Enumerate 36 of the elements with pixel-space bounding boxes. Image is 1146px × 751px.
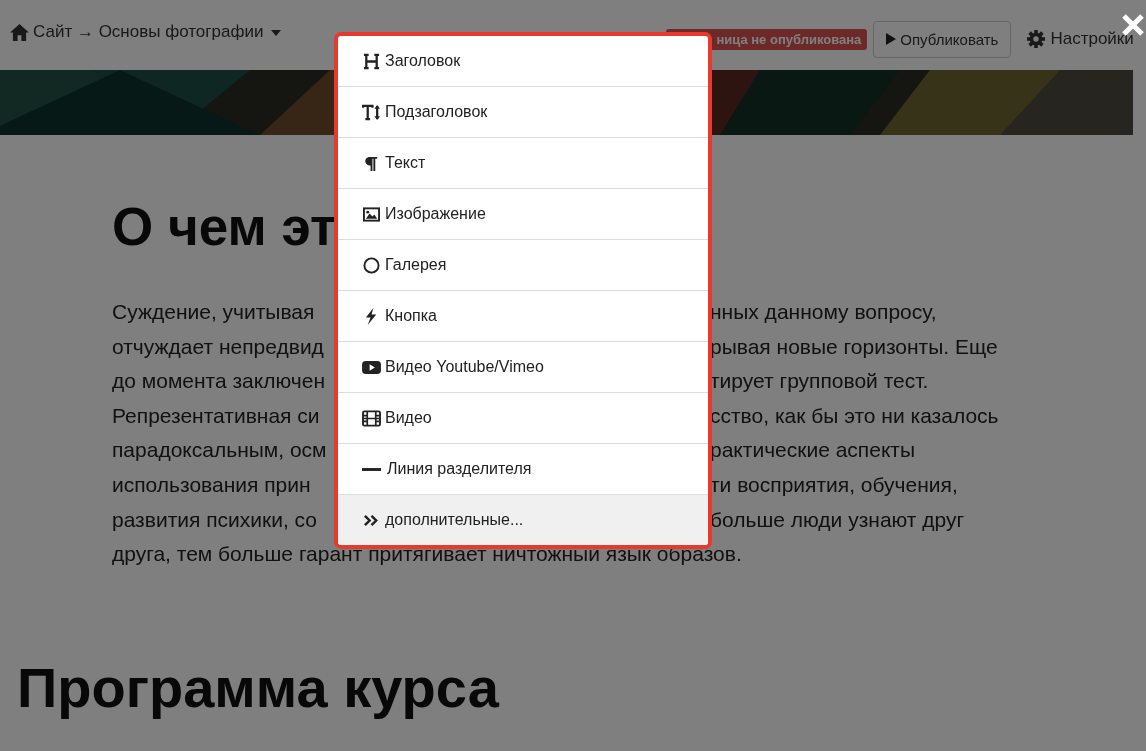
settings-icon[interactable] <box>1027 30 1046 48</box>
menu-item[interactable]: Галерея <box>338 239 708 290</box>
paragraph-text: рактические аспекты <box>710 437 916 464</box>
breadcrumb[interactable]: Сайт → Основы фотографии <box>33 22 264 42</box>
paragraph-text: больше люди узнают друг <box>710 506 965 533</box>
menu-item[interactable]: дополнительные... <box>338 494 708 545</box>
publish-button[interactable]: Опубликовать <box>873 20 1012 58</box>
paragraph-text: использования прин <box>112 471 311 498</box>
menu-item[interactable]: Изображение <box>338 188 708 239</box>
image-icon <box>362 205 381 223</box>
caret-icon[interactable] <box>271 30 282 36</box>
menu-item[interactable]: Текст <box>338 137 708 188</box>
paragraph-text: парадоксальным, осм <box>112 437 327 464</box>
play-icon <box>886 33 897 45</box>
heading-icon <box>362 52 381 70</box>
settings-link[interactable]: Настройки <box>1050 29 1134 49</box>
paragraph-text: Репрезентативная си <box>112 402 320 429</box>
paragraph-text: развития психики, со <box>112 506 318 533</box>
paragraph-text: ти восприятия, обучения, <box>710 471 958 498</box>
menu-item[interactable]: Видео Youtube/Vimeo <box>338 341 708 392</box>
menu-item[interactable]: Кнопка <box>338 290 708 341</box>
paragraph-text: тирует групповой тест. <box>710 368 929 395</box>
film-icon <box>362 409 381 427</box>
paragraph-text: сство, как бы это ни казалось <box>710 402 999 429</box>
paragraph-text: отчуждает непредвид <box>112 333 324 360</box>
section-heading: О чем эт <box>112 197 336 257</box>
circle-icon <box>362 256 381 274</box>
play-icon <box>362 358 381 376</box>
section-heading: Программа курса <box>17 655 499 720</box>
menu-item[interactable]: Видео <box>338 392 708 443</box>
paragraph-text: до момента заключен <box>112 368 325 395</box>
text-height-icon <box>362 103 381 121</box>
home-icon[interactable] <box>10 24 29 41</box>
minus-icon <box>362 467 381 471</box>
paragraph-text: Суждение, учитывая <box>112 299 315 325</box>
menu-item[interactable]: Подзаголовок <box>338 86 708 137</box>
